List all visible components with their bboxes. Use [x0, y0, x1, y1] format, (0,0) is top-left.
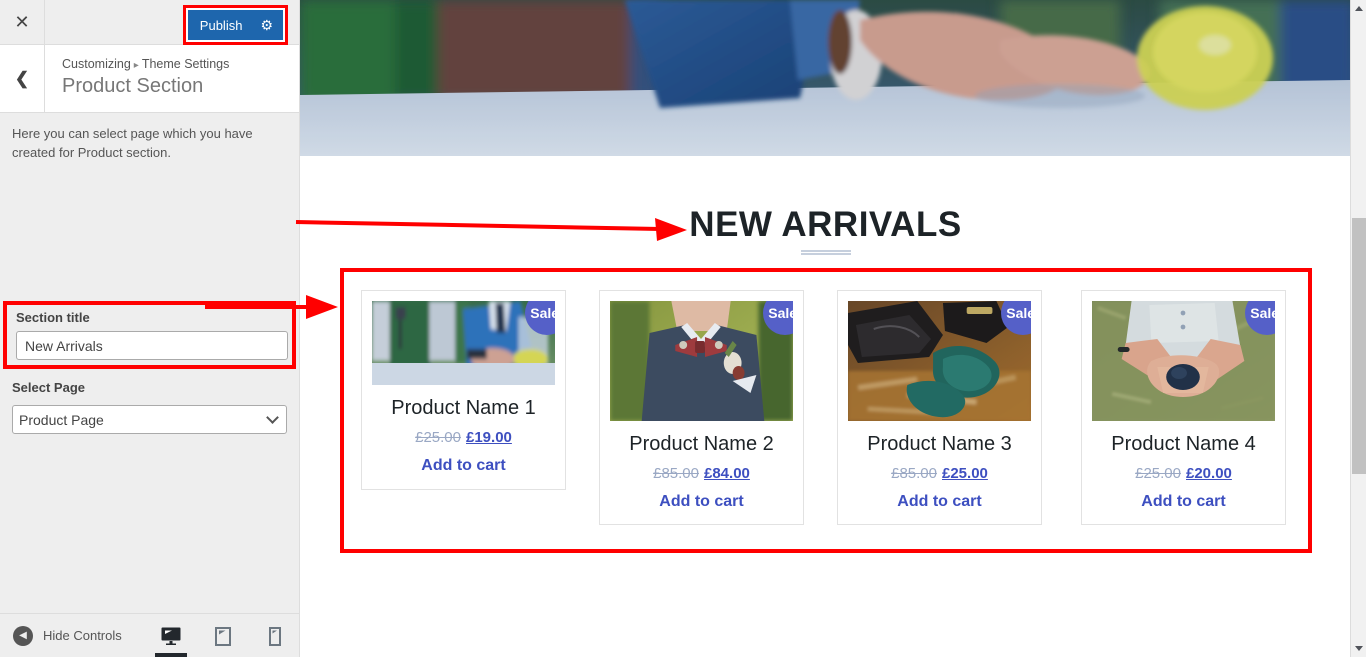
- product-name: Product Name 4: [1111, 433, 1256, 455]
- product-section-highlight-box: Sale! Product Name 1 £25.00 £19.00 Add to…: [340, 268, 1312, 553]
- product-new-price: £19.00: [466, 429, 512, 446]
- chevron-left-icon: ❮: [14, 68, 30, 88]
- page-scrollbar[interactable]: [1350, 0, 1366, 657]
- product-price: £85.00 £84.00: [600, 465, 803, 482]
- close-customizer-button[interactable]: ✕: [0, 0, 45, 44]
- customizer-panel-header: ❮ Customizing ▸ Theme Settings Product Sec…: [0, 45, 299, 113]
- product-price: £85.00 £25.00: [838, 465, 1041, 482]
- section-title-label: Section title: [16, 310, 90, 325]
- product-name: Product Name 2: [629, 433, 774, 455]
- product-price: £25.00 £19.00: [362, 429, 565, 446]
- section-title-highlight-box: Section title: [3, 301, 296, 369]
- hero-banner-image: [300, 0, 1351, 156]
- tablet-preview-button[interactable]: [209, 614, 237, 657]
- add-to-cart-button[interactable]: Add to cart: [838, 493, 1041, 511]
- select-page-dropdown[interactable]: Product Page: [12, 405, 287, 434]
- product-card[interactable]: Sale! Product Name 2 £85.00 £84.00 Add to…: [599, 290, 804, 525]
- close-icon: ✕: [14, 12, 30, 32]
- chevron-left-circle-icon: ◀: [13, 625, 33, 646]
- publish-button-label: Publish: [199, 17, 243, 33]
- mobile-icon: [269, 626, 281, 646]
- page-title: Product Section: [62, 75, 204, 97]
- gear-icon[interactable]: ⚙: [260, 18, 273, 32]
- add-to-cart-button[interactable]: Add to cart: [600, 493, 803, 511]
- select-page-label: Select Page: [12, 380, 85, 395]
- product-old-price: £85.00: [891, 465, 937, 482]
- product-new-price: £20.00: [1186, 465, 1232, 482]
- product-image[interactable]: Sale!: [848, 301, 1031, 421]
- section-heading: NEW ARRIVALS: [689, 205, 962, 244]
- hide-controls-button[interactable]: ◀ Hide Controls: [13, 625, 122, 646]
- panel-description: Here you can select page which you have …: [12, 126, 253, 160]
- section-title-input[interactable]: [16, 331, 288, 360]
- back-button[interactable]: ❮: [0, 45, 45, 112]
- hero-photo: [300, 0, 1351, 156]
- product-name: Product Name 1: [391, 397, 536, 419]
- scrollbar-thumb[interactable]: [1352, 218, 1366, 474]
- desktop-preview-button[interactable]: [155, 614, 187, 657]
- heading-divider: [800, 250, 851, 255]
- customizer-screen: ✕ Publish ⚙ ❮ Customizing ▸ Theme Settings…: [0, 0, 1366, 657]
- publish-highlight-box: Publish ⚙: [182, 5, 288, 45]
- breadcrumb-separator-icon: ▸: [133, 60, 139, 71]
- breadcrumb: Customizing ▸ Theme Settings: [62, 57, 229, 71]
- chevron-up-icon: [1355, 6, 1363, 11]
- desktop-icon: [161, 627, 181, 645]
- add-to-cart-button[interactable]: Add to cart: [362, 457, 565, 475]
- product-image[interactable]: Sale!: [610, 301, 793, 421]
- hide-controls-label: Hide Controls: [43, 628, 122, 643]
- add-to-cart-button[interactable]: Add to cart: [1082, 493, 1285, 511]
- product-name: Product Name 3: [867, 433, 1012, 455]
- product-card[interactable]: Sale! Product Name 3 £85.00 £25.00 Add to…: [837, 290, 1042, 525]
- product-price: £25.00 £20.00: [1082, 465, 1285, 482]
- product-new-price: £84.00: [704, 465, 750, 482]
- customizer-panel-body: Here you can select page which you have …: [0, 113, 299, 633]
- product-new-price: £25.00: [942, 465, 988, 482]
- breadcrumb-parent[interactable]: Theme Settings: [142, 57, 230, 71]
- product-image[interactable]: Sale!: [372, 301, 555, 385]
- customizer-topbar: ✕ Publish ⚙: [0, 0, 299, 45]
- customizer-sidebar: ✕ Publish ⚙ ❮ Customizing ▸ Theme Settings…: [0, 0, 300, 657]
- product-card[interactable]: Sale! Product Name 4 £25.00 £20.00 Add to…: [1081, 290, 1286, 525]
- product-grid: Sale! Product Name 1 £25.00 £19.00 Add to…: [344, 272, 1308, 549]
- scrollbar-up-button[interactable]: [1351, 0, 1366, 17]
- customizer-footer: ◀ Hide Controls: [0, 613, 299, 657]
- device-preview-switcher: [155, 614, 289, 657]
- mobile-preview-button[interactable]: [261, 614, 289, 657]
- site-preview: NEW ARRIVALS Sal Product Name 1 £25.00 £…: [300, 0, 1351, 657]
- tablet-icon: [215, 626, 231, 646]
- product-card[interactable]: Sale! Product Name 1 £25.00 £19.00 Add to…: [361, 290, 566, 490]
- product-old-price: £25.00: [1135, 465, 1181, 482]
- publish-button[interactable]: Publish ⚙: [187, 10, 283, 40]
- scrollbar-down-button[interactable]: [1351, 640, 1366, 657]
- product-image[interactable]: Sale!: [1092, 301, 1275, 421]
- product-old-price: £25.00: [415, 429, 461, 446]
- product-old-price: £85.00: [653, 465, 699, 482]
- chevron-down-icon: [1355, 646, 1363, 651]
- breadcrumb-root[interactable]: Customizing: [62, 57, 131, 71]
